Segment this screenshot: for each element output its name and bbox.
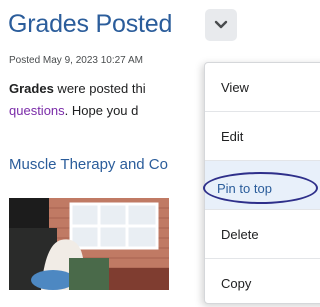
- menu-item-delete[interactable]: Delete: [205, 210, 320, 258]
- course-link[interactable]: Muscle Therapy and Co: [9, 156, 168, 173]
- body-bold-word: Grades: [9, 81, 54, 96]
- actions-dropdown-button[interactable]: [205, 9, 237, 41]
- menu-item-label: Delete: [221, 226, 259, 242]
- posted-date: Posted May 9, 2023 10:27 AM: [9, 55, 143, 66]
- menu-item-view[interactable]: View: [205, 63, 320, 111]
- announcement-page: Grades Posted Posted May 9, 2023 10:27 A…: [0, 0, 320, 304]
- highlight-circle: [203, 172, 318, 204]
- title-row: Grades Posted: [8, 4, 172, 44]
- menu-item-copy[interactable]: Copy: [205, 259, 320, 307]
- body-line-1: Grades were posted thi: [9, 81, 146, 96]
- page-title: Grades Posted: [8, 9, 173, 38]
- body-text-2: . Hope you d: [64, 103, 139, 118]
- body-text-1: were posted thi: [53, 81, 146, 96]
- menu-item-label: View: [221, 79, 249, 95]
- body-line-2: questions. Hope you d: [9, 103, 138, 118]
- menu-item-label: Copy: [221, 275, 252, 291]
- questions-link[interactable]: questions: [9, 103, 65, 118]
- post-photo: [9, 198, 169, 290]
- chevron-down-icon: [214, 20, 228, 29]
- menu-item-edit[interactable]: Edit: [205, 112, 320, 160]
- menu-item-label: Edit: [221, 128, 244, 144]
